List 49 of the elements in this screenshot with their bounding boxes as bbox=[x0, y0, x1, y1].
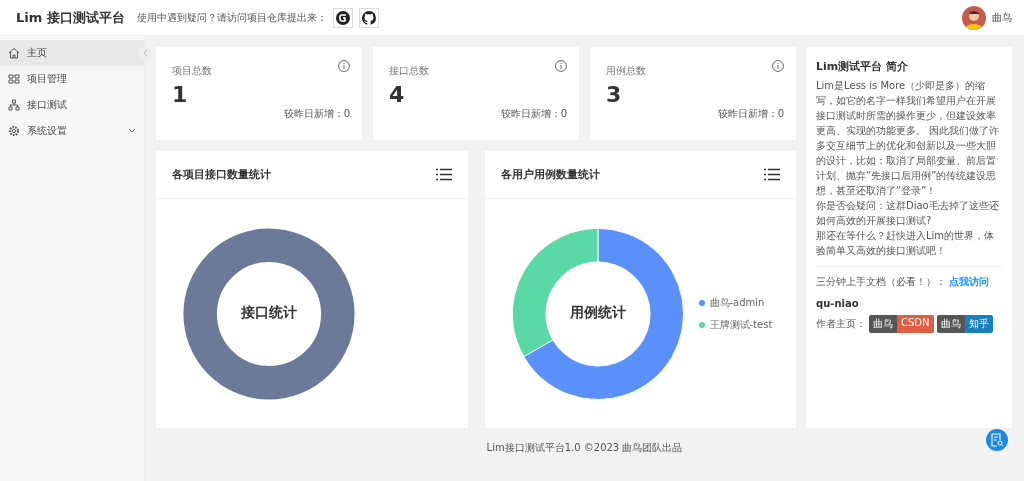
chevron-left-icon bbox=[142, 49, 148, 57]
menu-icon[interactable] bbox=[764, 168, 780, 181]
notice-text: 使用中遇到疑问？请访问项目仓库提出来： bbox=[136, 10, 327, 25]
menu-icon[interactable] bbox=[435, 168, 452, 181]
legend-dot bbox=[698, 299, 705, 306]
user-name[interactable]: 曲鸟 bbox=[992, 10, 1012, 25]
stat-delta: 较昨日新增：0 bbox=[283, 107, 350, 121]
legend-dot bbox=[698, 321, 705, 328]
stat-value: 3 bbox=[606, 82, 623, 107]
grid-icon bbox=[8, 73, 20, 85]
stat-value: 1 bbox=[172, 82, 189, 107]
donut-slice[interactable] bbox=[511, 227, 598, 357]
collapse-button[interactable] bbox=[138, 46, 152, 60]
home-icon bbox=[8, 47, 20, 59]
hierarchy-icon bbox=[8, 99, 20, 111]
document-fab-button[interactable] bbox=[986, 429, 1008, 451]
intro-paragraph: 你是否会疑问：这群Diao毛去掉了这些还如何高效的开展接口测试? bbox=[816, 199, 1000, 228]
stat-label: 项目总数 bbox=[172, 64, 212, 78]
sidebar-item[interactable]: 项目管理 bbox=[0, 66, 144, 92]
sidebar-item[interactable]: 接口测试 bbox=[0, 92, 144, 118]
stat-delta: 较昨日新增：0 bbox=[717, 107, 784, 121]
donut-center-label: 用例统计 bbox=[568, 303, 627, 322]
intro-paragraph: Lim是Less is More（少即是多）的缩写，如它的名字一样我们希望用户在开展接口测试时所需的操作更少，但建设效率更高、实现的功能更多。 因此我们做了许多交互细节上的优化和创新以及一些大胆的设计，比如：取消了局部变量、前后置计划、抛弃“先接口后用例”的传统建设思想，甚至还取消了“登录”！ bbox=[816, 79, 1001, 198]
sidebar-item[interactable]: 主页 bbox=[0, 40, 144, 66]
author-id: qu-niao bbox=[816, 297, 859, 309]
info-icon[interactable] bbox=[555, 60, 567, 72]
avatar-icon[interactable] bbox=[962, 5, 986, 30]
chart-title: 各用户用例数量统计 bbox=[500, 167, 600, 182]
homepage-label: 作者主页： bbox=[816, 317, 866, 331]
stat-label: 接口总数 bbox=[389, 64, 429, 78]
app-title: Lim 接口测试平台 bbox=[16, 8, 125, 27]
chart-title: 各项目接口数量统计 bbox=[172, 167, 271, 182]
footer-text: Lim接口测试平台1.0 ©2023 曲鸟团队出品 bbox=[486, 441, 683, 455]
donut-center-label: 接口统计 bbox=[240, 303, 298, 322]
stat-delta: 较昨日新增：0 bbox=[500, 107, 567, 121]
settings-icon bbox=[8, 125, 20, 137]
info-icon[interactable] bbox=[338, 60, 350, 72]
legend-label[interactable]: 曲鸟-admin bbox=[709, 295, 765, 310]
legend-label[interactable]: 王牌测试-test bbox=[709, 317, 773, 332]
stat-label: 用例总数 bbox=[606, 64, 646, 78]
doc-label: 三分钟上手文档（必看！）： bbox=[816, 275, 946, 289]
document-search-icon bbox=[991, 433, 1003, 447]
github-icon-button[interactable] bbox=[358, 7, 379, 28]
intro-paragraph: 那还在等什么？赶快进入Lim的世界，体验简单又高效的接口测试吧！ bbox=[816, 229, 996, 258]
stat-value: 4 bbox=[389, 82, 406, 107]
donut-slice[interactable] bbox=[522, 227, 684, 400]
intro-title: Lim测试平台 简介 bbox=[816, 59, 910, 74]
sidebar-item[interactable]: 系统设置 bbox=[0, 118, 144, 144]
info-icon[interactable] bbox=[772, 60, 784, 72]
